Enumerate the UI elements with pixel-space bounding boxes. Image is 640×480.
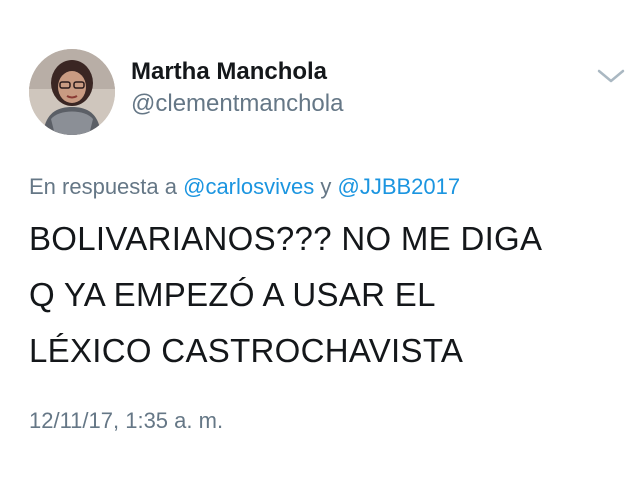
profile-photo-icon	[29, 49, 115, 135]
reply-connector: y	[320, 174, 332, 199]
reply-prefix: En respuesta a	[29, 174, 177, 199]
tweet-text: BOLIVARIANOS??? NO ME DIGA Q YA EMPEZÓ A…	[29, 211, 619, 379]
author-handle[interactable]: @clementmanchola	[131, 90, 343, 118]
chevron-down-icon	[597, 69, 625, 83]
tweet-text-line: Q YA EMPEZÓ A USAR EL	[29, 276, 436, 313]
reply-mention-carlosvives[interactable]: @carlosvives	[183, 174, 314, 199]
reply-mention-jjbb2017[interactable]: @JJBB2017	[338, 174, 461, 199]
author-display-name[interactable]: Martha Manchola	[131, 58, 327, 86]
tweet-menu-button[interactable]	[596, 66, 626, 86]
tweet-timestamp[interactable]: 12/11/17, 1:35 a. m.	[29, 408, 223, 434]
author-avatar[interactable]	[29, 49, 115, 135]
tweet-text-line: BOLIVARIANOS??? NO ME DIGA	[29, 220, 543, 257]
tweet-text-line: LÉXICO CASTROCHAVISTA	[29, 332, 464, 369]
tweet-card: Martha Manchola @clementmanchola En resp…	[0, 0, 640, 480]
reply-context: En respuesta a @carlosvives y @JJBB2017	[29, 174, 460, 200]
